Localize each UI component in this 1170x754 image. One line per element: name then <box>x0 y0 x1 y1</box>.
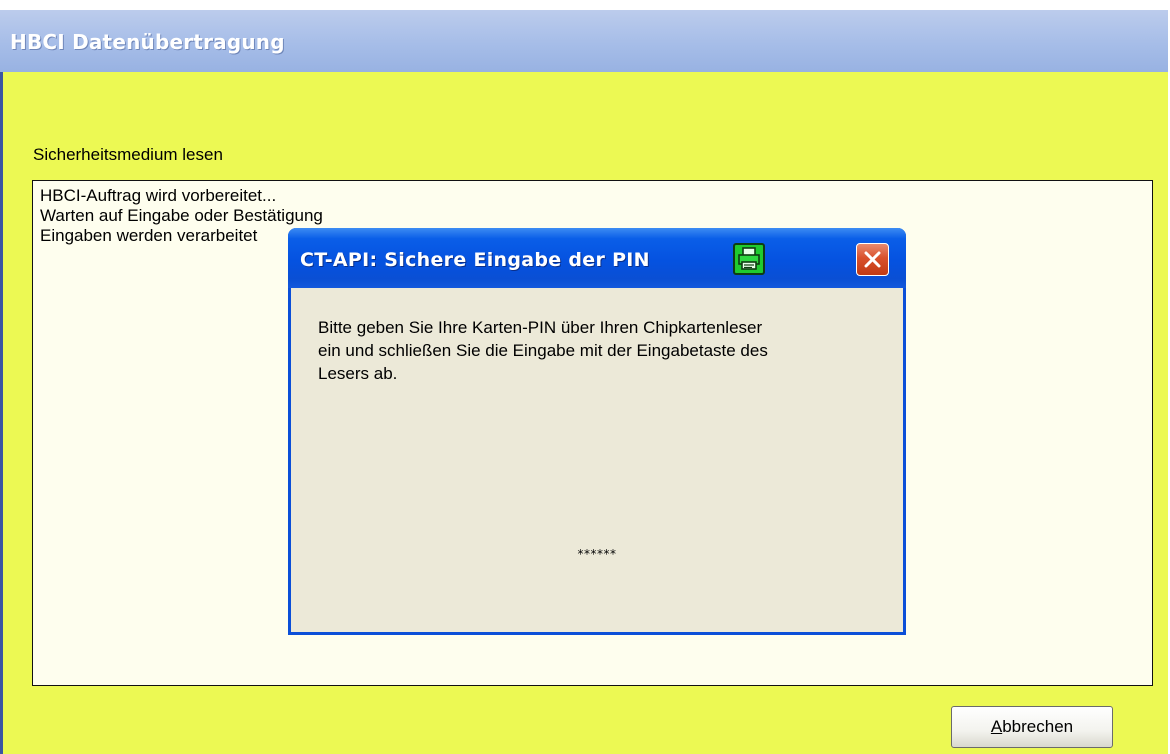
status-label: Sicherheitsmedium lesen <box>33 145 223 164</box>
cancel-label: bbrechen <box>1002 717 1074 736</box>
pin-instructions-line: ein und schließen Sie die Eingabe mit de… <box>318 341 768 360</box>
log-line: Eingaben werden verarbeitet <box>40 226 258 245</box>
pin-instructions: Bitte geben Sie Ihre Karten-PIN über Ihr… <box>318 316 878 385</box>
log-line: Warten auf Eingabe oder Bestätigung <box>40 206 323 225</box>
pin-mask-display: ****** <box>577 547 617 561</box>
close-icon <box>864 251 881 268</box>
cancel-accesskey: A <box>990 717 1003 736</box>
printer-glyph <box>738 247 760 270</box>
main-title-bar[interactable]: HBCI Datenübertragung <box>0 10 1168 72</box>
log-line: HBCI-Auftrag wird vorbereitet... <box>40 186 277 205</box>
window-left-border <box>0 72 3 754</box>
window-title: HBCI Datenübertragung <box>10 30 285 54</box>
pin-instructions-line: Bitte geben Sie Ihre Karten-PIN über Ihr… <box>318 318 763 337</box>
pin-entry-dialog: CT-API: Sichere Eingabe der PIN Bitte ge… <box>288 228 906 635</box>
pin-instructions-line: Lesers ab. <box>318 364 398 383</box>
dialog-title: CT-API: Sichere Eingabe der PIN <box>300 249 650 271</box>
close-button[interactable] <box>856 243 889 276</box>
printer-icon[interactable] <box>733 243 765 275</box>
cancel-button[interactable]: Abbrechen <box>951 706 1113 748</box>
dialog-title-bar[interactable]: CT-API: Sichere Eingabe der PIN <box>288 228 906 288</box>
